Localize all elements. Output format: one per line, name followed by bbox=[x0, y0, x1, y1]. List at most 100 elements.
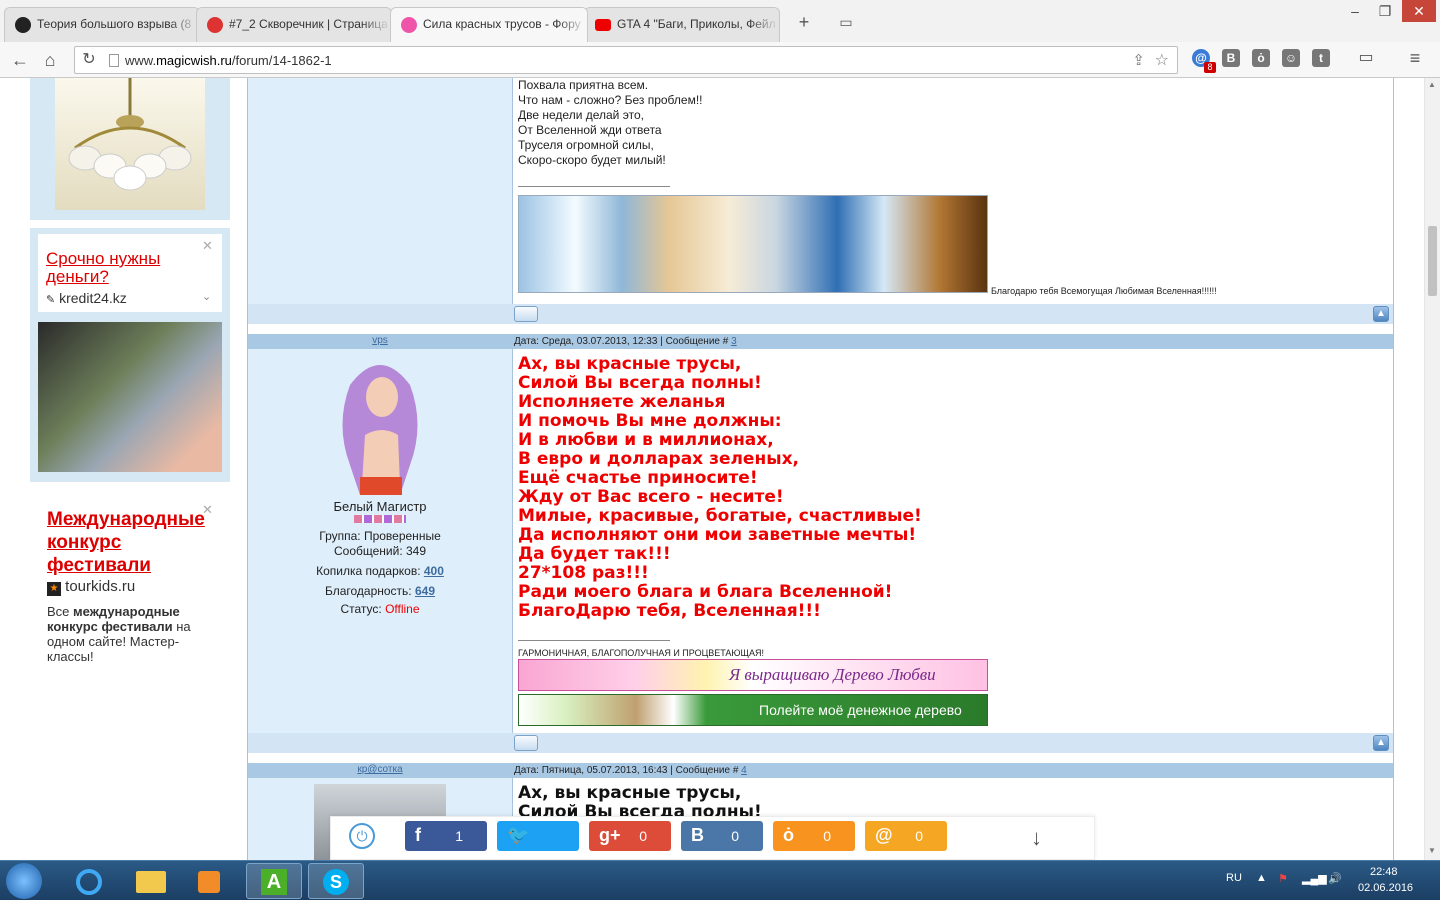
user-status: Статус: Offline bbox=[248, 602, 512, 617]
money-tree-banner[interactable]: Полейте моё денежное дерево bbox=[518, 694, 988, 726]
scroll-down-icon[interactable]: ▼ bbox=[1428, 846, 1436, 855]
post2-author-link[interactable]: vps bbox=[248, 335, 512, 346]
screen: Теория большого взрыва (8 #7_2 Скворечни… bbox=[0, 0, 1440, 900]
festival-ad-title[interactable]: Международные конкурс фестивали bbox=[47, 508, 227, 577]
vk-share-button[interactable]: B0 bbox=[681, 821, 763, 851]
poem-line: Да исполняют они мои заветные мечты! bbox=[518, 525, 917, 545]
festival-ad-body: Все международные конкурс фестивали на о… bbox=[47, 604, 217, 664]
profile-button[interactable] bbox=[514, 306, 538, 322]
user-avatar[interactable] bbox=[330, 355, 430, 495]
restore-button[interactable]: ❐ bbox=[1370, 0, 1400, 22]
address-bar[interactable]: ↻ www.magicwish.ru/forum/14-1862-1 ⇪ ☆ bbox=[74, 46, 1178, 74]
reload-icon[interactable]: ↻ bbox=[77, 48, 101, 72]
start-button[interactable] bbox=[6, 863, 42, 899]
bookmark-star-icon[interactable]: ☆ bbox=[1155, 50, 1169, 70]
scroll-top-button[interactable]: ▲ bbox=[1373, 306, 1389, 322]
language-indicator[interactable]: RU bbox=[1226, 872, 1242, 884]
youtube-icon bbox=[595, 19, 611, 31]
volume-icon[interactable]: 🔊 bbox=[1328, 872, 1342, 885]
thanks-link[interactable]: 649 bbox=[415, 584, 435, 598]
explorer-taskbar-icon[interactable] bbox=[122, 863, 178, 899]
status-label: Статус: bbox=[340, 602, 386, 616]
ok-share-button[interactable]: ȯ0 bbox=[773, 821, 855, 851]
google-plus-share-button[interactable]: g+ 0 bbox=[589, 821, 671, 851]
network-icon[interactable]: ▂▄▆ bbox=[1302, 872, 1327, 885]
tab-2[interactable]: #7_2 Скворечник | Страница bbox=[196, 7, 392, 42]
app-a-taskbar-icon[interactable]: A bbox=[246, 863, 302, 899]
media-taskbar-icon[interactable] bbox=[182, 863, 238, 899]
banner2-text: Полейте моё денежное дерево bbox=[759, 702, 962, 718]
post3-author-link[interactable]: кр@сотка bbox=[248, 764, 512, 775]
post2-user-panel: Белый Магистр Группа: Проверенные Сообще… bbox=[248, 349, 512, 733]
signature-banner-image bbox=[518, 195, 988, 293]
poem-line: Что нам - сложно? Без проблем!! bbox=[518, 93, 703, 107]
poem-line: И помочь Вы мне должны: bbox=[518, 411, 782, 431]
url-text[interactable]: www.magicwish.ru/forum/14-1862-1 bbox=[125, 53, 332, 68]
share-count: 0 bbox=[823, 828, 831, 844]
credit-ad-box: ✕ Срочно нужны деньги? ✎ kredit24.kz ⌄ bbox=[30, 228, 230, 482]
scroll-up-icon[interactable]: ▲ bbox=[1428, 80, 1436, 89]
love-tree-banner[interactable]: Я выращиваю Дерево Любви bbox=[518, 659, 988, 691]
clock-time[interactable]: 22:48 bbox=[1370, 866, 1398, 878]
share-bar: ⏻ f1 🐦 g+ 0 B0 ȯ0 @0 ↓ bbox=[330, 816, 1095, 860]
mailru-share-button[interactable]: @0 bbox=[865, 821, 947, 851]
back-arrow-icon[interactable]: ← bbox=[8, 48, 32, 72]
poem-line: Силой Вы всегда полны! bbox=[518, 373, 762, 393]
extension-badge: 8 bbox=[1204, 62, 1216, 73]
clock-date[interactable]: 02.06.2016 bbox=[1358, 882, 1413, 894]
twitter-share-button[interactable]: 🐦 bbox=[497, 821, 579, 851]
tab-1[interactable]: Теория большого взрыва (8 bbox=[4, 7, 200, 42]
poem-line: БлагоДарю тебя, Вселенная!!! bbox=[518, 601, 821, 621]
smile-extension-icon[interactable]: ☺ bbox=[1282, 49, 1300, 67]
flag-icon[interactable]: ⚑ bbox=[1278, 872, 1288, 885]
vk-extension-icon[interactable]: B bbox=[1222, 49, 1240, 67]
post1-footer: ▲ bbox=[248, 304, 1393, 324]
banner1-text: Я выращиваю Дерево Любви bbox=[729, 665, 936, 684]
menu-icon[interactable]: ≡ bbox=[1406, 49, 1424, 67]
skype-taskbar-icon[interactable]: S bbox=[308, 863, 364, 899]
close-window-button[interactable]: ✕ bbox=[1402, 0, 1436, 22]
message-number-link[interactable]: 3 bbox=[731, 336, 737, 347]
scroll-thumb[interactable] bbox=[1428, 226, 1437, 296]
gifts-label: Копилка подарков: bbox=[316, 564, 424, 578]
user-messages: Сообщений: 349 bbox=[333, 544, 427, 558]
credit-ad-domain[interactable]: ✎ kredit24.kz bbox=[46, 290, 127, 306]
festival-ad-domain[interactable]: ★ tourkids.ru bbox=[47, 578, 135, 596]
close-icon[interactable]: ✕ bbox=[202, 238, 213, 254]
facebook-share-button[interactable]: f1 bbox=[405, 821, 487, 851]
page-scrollbar[interactable]: ▲ ▼ bbox=[1424, 78, 1440, 860]
google-plus-icon: g+ bbox=[599, 825, 621, 845]
tab-4[interactable]: GTA 4 "Баги, Приколы, Фейл bbox=[584, 7, 780, 42]
tab-3-active[interactable]: Сила красных трусов - Фору bbox=[390, 7, 588, 42]
poem-line: В евро и долларах зеленых, bbox=[518, 449, 799, 469]
ie-taskbar-icon[interactable] bbox=[62, 863, 118, 899]
tray-arrow-icon[interactable]: ▲ bbox=[1256, 872, 1267, 884]
new-tab-button[interactable]: + bbox=[794, 12, 814, 32]
profile-button[interactable] bbox=[514, 735, 538, 751]
twitter-extension-icon[interactable]: t bbox=[1312, 49, 1330, 67]
poem-line: Труселя огромной силы, bbox=[518, 138, 654, 152]
festival-ad-card[interactable]: ✕ Международные конкурс фестивали ★ tour… bbox=[30, 488, 230, 682]
money-hands-image[interactable] bbox=[38, 322, 222, 472]
signature-caption: Благодарю тебя Всемогущая Любимая Вселен… bbox=[991, 286, 1217, 296]
tab-strip: Теория большого взрыва (8 #7_2 Скворечни… bbox=[0, 0, 1440, 42]
user-gifts: Копилка подарков: 400 bbox=[248, 564, 512, 579]
scroll-top-button[interactable]: ▲ bbox=[1373, 735, 1389, 751]
gifts-link[interactable]: 400 bbox=[424, 564, 444, 578]
chat-icon[interactable]: ▭ bbox=[1357, 49, 1375, 67]
vk-icon: B bbox=[691, 825, 704, 845]
ok-extension-icon[interactable]: ȯ bbox=[1252, 49, 1270, 67]
credit-ad-card[interactable]: ✕ Срочно нужны деньги? ✎ kredit24.kz ⌄ bbox=[38, 234, 222, 312]
credit-ad-title[interactable]: Срочно нужны деньги? bbox=[46, 250, 196, 286]
home-icon[interactable]: ⌂ bbox=[38, 48, 62, 72]
tab-overview-icon[interactable]: ▭ bbox=[836, 12, 856, 32]
power-icon[interactable]: ⏻ bbox=[349, 823, 375, 849]
arrow-down-icon[interactable]: ↓ bbox=[1031, 825, 1042, 851]
chandelier-image[interactable] bbox=[55, 78, 205, 210]
message-number-link[interactable]: 4 bbox=[741, 765, 747, 776]
minimize-button[interactable]: – bbox=[1340, 0, 1370, 22]
poem-line: Ах, вы красные трусы, bbox=[518, 783, 742, 803]
user-title: Белый Магистр bbox=[333, 499, 427, 514]
chevron-down-icon[interactable]: ⌄ bbox=[202, 290, 211, 303]
share-icon[interactable]: ⇪ bbox=[1132, 51, 1145, 69]
